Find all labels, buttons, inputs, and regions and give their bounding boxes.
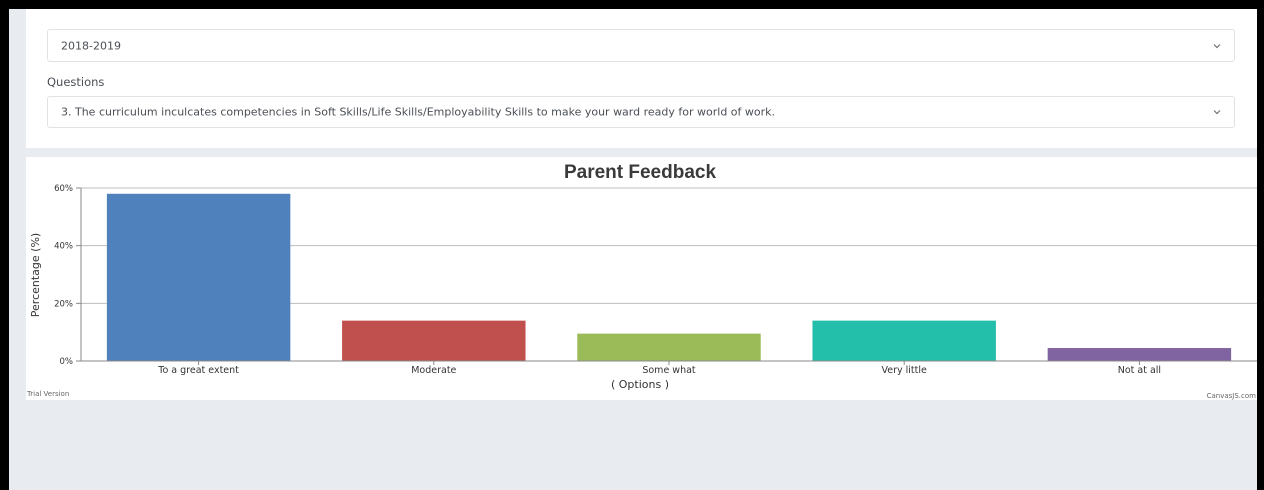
chevron-down-icon xyxy=(1213,43,1221,48)
x-tick-label: Not at all xyxy=(1118,365,1161,376)
y-axis-label: Percentage (%) xyxy=(29,233,42,317)
bar-chart: Parent Feedback 0% 20% 40% 60% To a great e… xyxy=(26,162,1257,400)
page-viewport: 2018-2019 Questions 3. The curriculum in… xyxy=(9,9,1257,490)
x-tick-label: Very little xyxy=(882,365,928,376)
filter-card: 2018-2019 Questions 3. The curriculum in… xyxy=(26,9,1257,148)
canvasjs-credit: CanvasJS.com xyxy=(1207,392,1257,400)
x-tick-label: Some what xyxy=(642,365,696,376)
bar xyxy=(577,333,761,361)
y-tick-label: 0% xyxy=(60,357,74,367)
y-tick-label: 60% xyxy=(54,184,73,194)
y-tick-label: 20% xyxy=(54,299,73,309)
year-select-value: 2018-2019 xyxy=(61,39,121,52)
chart-card: Parent Feedback 0% 20% 40% 60% To a great e… xyxy=(26,157,1257,400)
x-tick-label: Moderate xyxy=(411,365,456,376)
question-select[interactable]: 3. The curriculum inculcates competencie… xyxy=(47,96,1235,128)
year-select[interactable]: 2018-2019 xyxy=(47,29,1235,62)
questions-label: Questions xyxy=(47,75,105,89)
chevron-down-icon xyxy=(1213,110,1221,115)
bar xyxy=(812,320,996,361)
bar xyxy=(1047,348,1232,361)
x-tick-label: To a great extent xyxy=(157,365,239,376)
chart-bars xyxy=(106,193,1232,361)
chart-title: Parent Feedback xyxy=(564,162,716,183)
bar xyxy=(342,320,526,361)
trial-watermark: Trial Version xyxy=(26,390,69,398)
y-axis-ticks: 0% 20% 40% 60% xyxy=(54,184,81,367)
bar xyxy=(106,193,291,361)
x-axis-ticks: To a great extent Moderate Some what Very l… xyxy=(157,361,1161,376)
question-select-value: 3. The curriculum inculcates competencie… xyxy=(61,105,776,119)
x-axis-label: ( Options ) xyxy=(611,378,669,391)
y-tick-label: 40% xyxy=(54,242,73,252)
